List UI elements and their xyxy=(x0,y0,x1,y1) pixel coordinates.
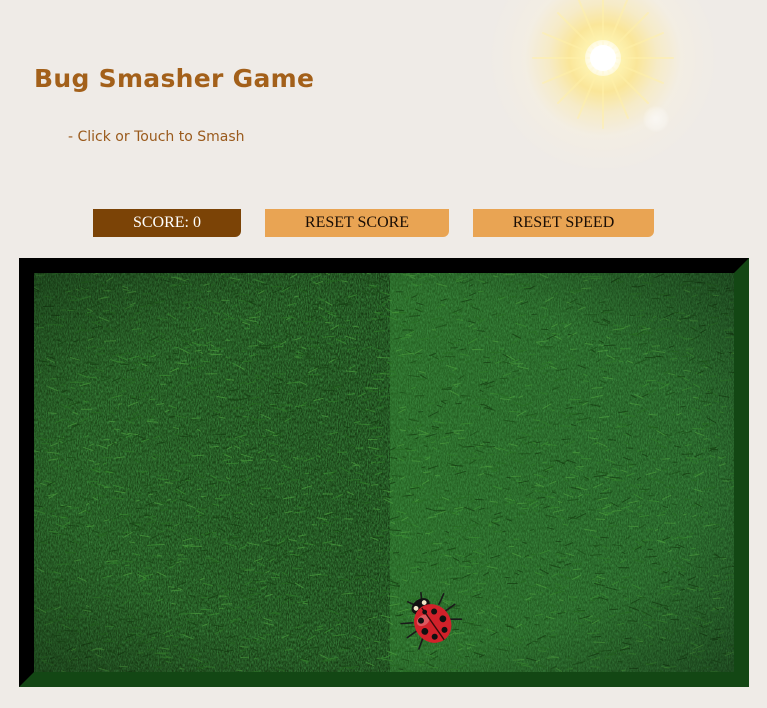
grass-canvas[interactable] xyxy=(34,273,734,672)
game-instructions: - Click or Touch to Smash xyxy=(68,129,245,145)
reset-score-button[interactable]: RESET SCORE xyxy=(265,209,449,237)
lens-flare xyxy=(643,106,669,132)
game-field[interactable] xyxy=(19,258,749,687)
grass-texture xyxy=(34,273,734,672)
sun-icon xyxy=(532,0,674,129)
game-title: Bug Smasher Game xyxy=(34,64,315,93)
reset-speed-button[interactable]: RESET SPEED xyxy=(473,209,654,237)
ladybug-icon[interactable] xyxy=(397,590,465,652)
score-display[interactable]: SCORE: 0 xyxy=(93,209,241,237)
